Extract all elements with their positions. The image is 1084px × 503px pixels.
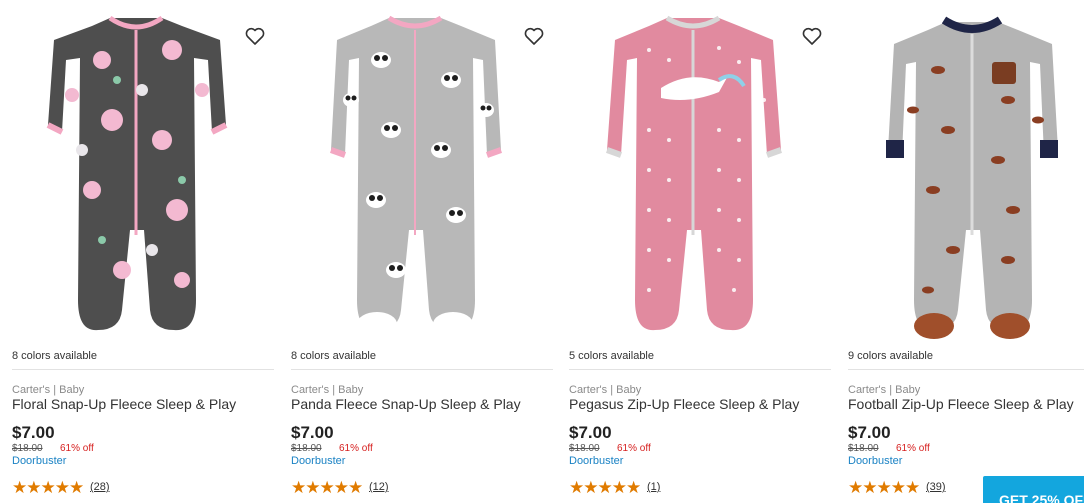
doorbuster-tag: Doorbuster: [291, 455, 346, 467]
product-brand: Carter's | Baby: [12, 384, 85, 396]
heart-outline-icon[interactable]: [522, 24, 546, 48]
discount-label: 61% off: [617, 443, 651, 454]
heart-outline-icon[interactable]: [800, 24, 824, 48]
divider: [569, 369, 831, 370]
sale-price: $7.00: [569, 423, 612, 442]
pegasus-sleeper-image[interactable]: [569, 0, 831, 345]
doorbuster-tag: Doorbuster: [569, 455, 624, 467]
product-title[interactable]: Football Zip-Up Fleece Sleep & Play: [848, 396, 1074, 412]
get-discount-button[interactable]: GET 25% OFF: [983, 476, 1084, 503]
doorbuster-tag: Doorbuster: [848, 455, 903, 467]
colors-available[interactable]: 8 colors available: [12, 350, 97, 362]
divider: [291, 369, 553, 370]
colors-available[interactable]: 8 colors available: [291, 350, 376, 362]
product-brand: Carter's | Baby: [848, 384, 921, 396]
divider: [12, 369, 274, 370]
panda-sleeper-image[interactable]: [291, 0, 553, 345]
sale-price: $7.00: [12, 423, 55, 442]
product-grid: 8 colors available Carter's | Baby Flora…: [0, 0, 1084, 503]
discount-label: 61% off: [339, 443, 373, 454]
football-sleeper-image[interactable]: [848, 0, 1084, 345]
product-brand: Carter's | Baby: [291, 384, 364, 396]
star-rating: ★★★★★: [291, 478, 363, 497]
discount-label: 61% off: [60, 443, 94, 454]
original-price: $18.00: [569, 443, 600, 454]
colors-available[interactable]: 9 colors available: [848, 350, 933, 362]
review-count-link[interactable]: (39): [926, 481, 946, 493]
review-count-link[interactable]: (12): [369, 481, 389, 493]
product-card[interactable]: 8 colors available Carter's | Baby Flora…: [12, 0, 274, 503]
floral-sleeper-image[interactable]: [12, 0, 274, 345]
sale-price: $7.00: [291, 423, 334, 442]
product-card[interactable]: 9 colors available Carter's | Baby Footb…: [848, 0, 1084, 503]
star-rating: ★★★★★: [12, 478, 84, 497]
heart-outline-icon[interactable]: [243, 24, 267, 48]
discount-label: 61% off: [896, 443, 930, 454]
product-title[interactable]: Pegasus Zip-Up Fleece Sleep & Play: [569, 396, 799, 412]
star-rating: ★★★★★: [848, 478, 920, 497]
original-price: $18.00: [291, 443, 322, 454]
product-title[interactable]: Floral Snap-Up Fleece Sleep & Play: [12, 396, 236, 412]
colors-available[interactable]: 5 colors available: [569, 350, 654, 362]
product-brand: Carter's | Baby: [569, 384, 642, 396]
sale-price: $7.00: [848, 423, 891, 442]
star-rating: ★★★★★: [569, 478, 641, 497]
product-title[interactable]: Panda Fleece Snap-Up Sleep & Play: [291, 396, 521, 412]
original-price: $18.00: [12, 443, 43, 454]
doorbuster-tag: Doorbuster: [12, 455, 67, 467]
review-count-link[interactable]: (1): [647, 481, 660, 493]
product-card[interactable]: 5 colors available Carter's | Baby Pegas…: [569, 0, 831, 503]
product-card[interactable]: 8 colors available Carter's | Baby Panda…: [291, 0, 553, 503]
review-count-link[interactable]: (28): [90, 481, 110, 493]
divider: [848, 369, 1084, 370]
original-price: $18.00: [848, 443, 879, 454]
